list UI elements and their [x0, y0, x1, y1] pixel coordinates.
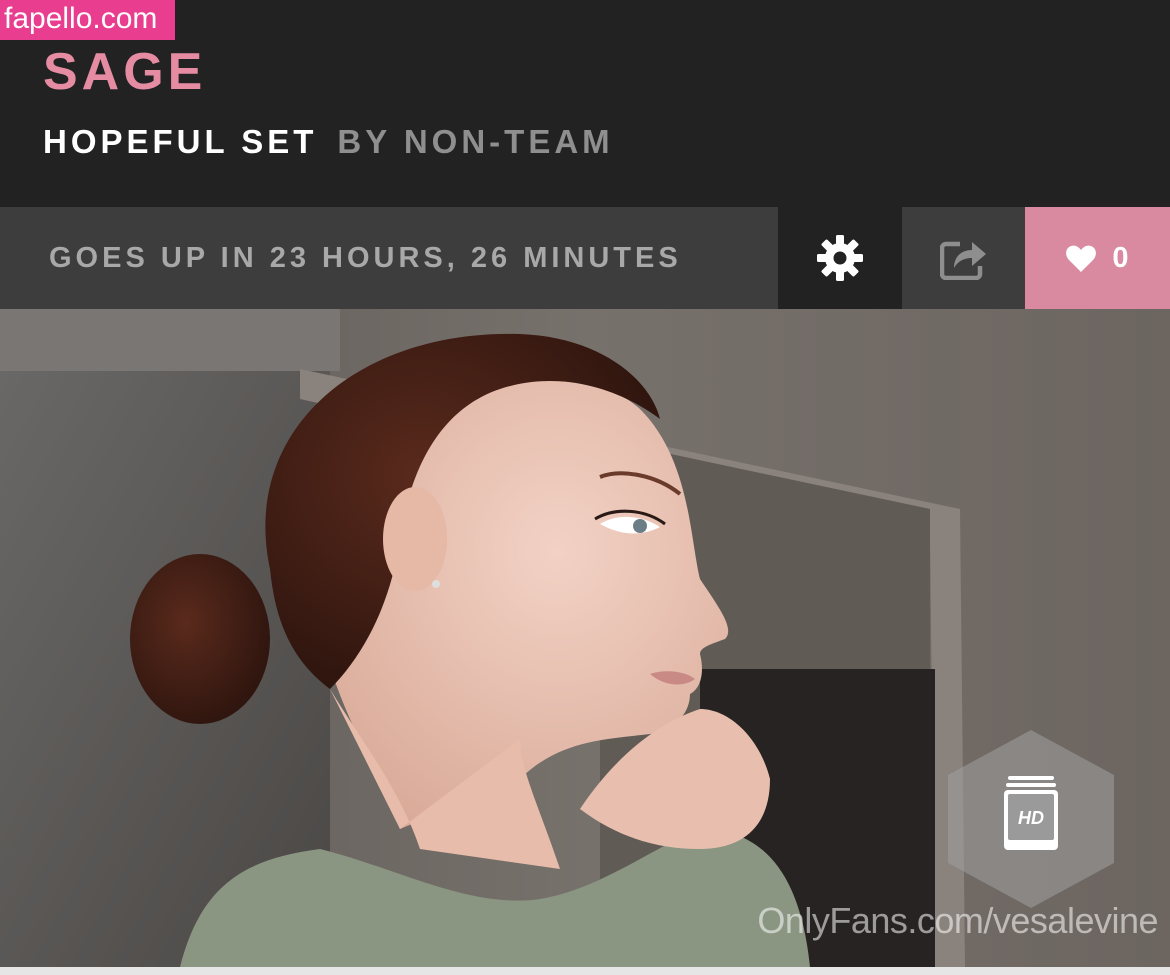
countdown-text: GOES UP IN 23 HOURS, 26 MINUTES	[0, 207, 778, 309]
set-title-line: HOPEFUL SET BY NON-TEAM	[43, 122, 614, 162]
share-button[interactable]	[902, 207, 1025, 309]
bottom-divider	[0, 967, 1170, 975]
like-count: 0	[1112, 241, 1129, 274]
gear-icon	[817, 235, 863, 281]
set-byline[interactable]: BY NON-TEAM	[337, 123, 613, 160]
settings-button[interactable]	[779, 207, 901, 309]
action-bar: GOES UP IN 23 HOURS, 26 MINUTES 0	[0, 207, 1170, 309]
model-name[interactable]: SAGE	[43, 44, 206, 100]
set-title: HOPEFUL SET	[43, 123, 318, 160]
site-watermark: fapello.com	[0, 0, 175, 40]
page: fapello.com SAGE HOPEFUL SET BY NON-TEAM …	[0, 0, 1170, 975]
share-icon	[939, 241, 986, 280]
hd-badge[interactable]: HD	[948, 730, 1114, 908]
heart-icon	[1066, 245, 1097, 272]
like-button[interactable]: 0	[1025, 207, 1170, 309]
creator-watermark: OnlyFans.com/vesalevine	[757, 900, 1158, 941]
hd-badge-label: HD	[1018, 808, 1044, 828]
